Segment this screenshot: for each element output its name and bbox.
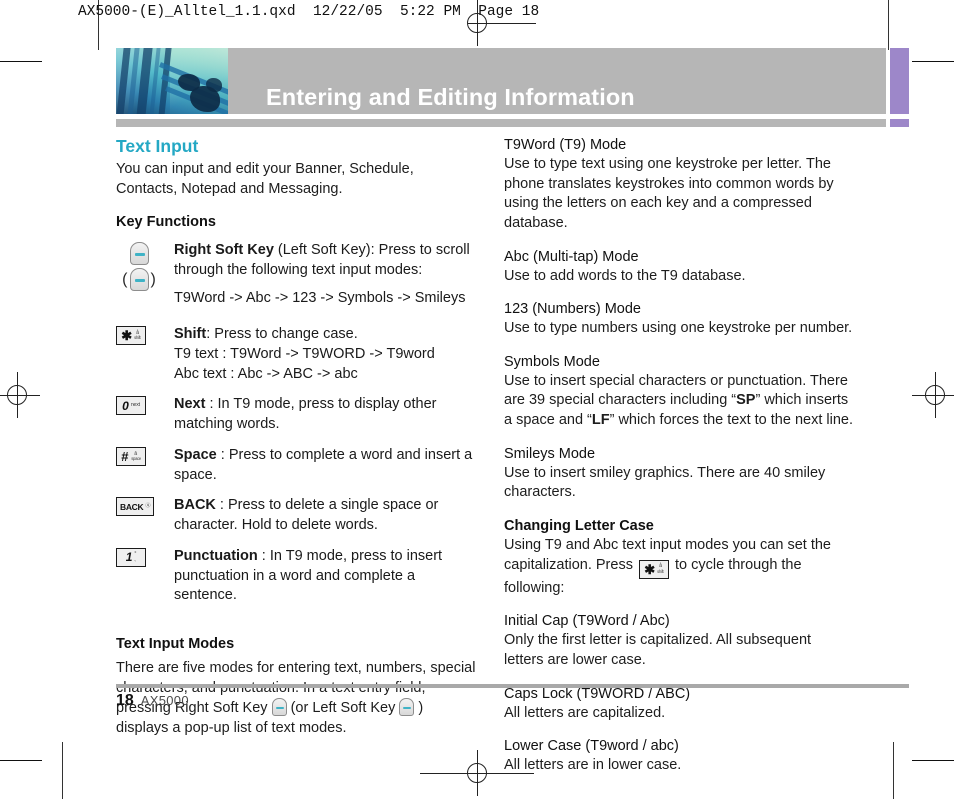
footer: 18 AX5000 (116, 692, 189, 710)
one-punctuation-key-icon: 1 ° ., (116, 547, 174, 567)
key-function-text: BACK : Press to delete a single space or… (174, 496, 476, 535)
right-soft-key-icon (129, 242, 149, 266)
key-function-label: Right Soft Key (174, 242, 274, 259)
page-number: 18 (116, 692, 134, 709)
mode-heading-abc: Abc (Multi-tap) Mode (504, 248, 639, 265)
text-input-modes-heading: Text Input Modes (116, 635, 235, 652)
mode-heading-smileys: Smileys Mode (504, 445, 596, 462)
hash-space-key-icon: # â space (116, 446, 174, 466)
mode-body-123: Use to type numbers using one keystroke … (504, 320, 853, 337)
key-function-line3: Abc text : Abc -> ABC -> abc (174, 365, 358, 382)
changing-letter-case-heading: Changing Letter Case (504, 518, 654, 535)
key-function-text: Space : Press to complete a word and ins… (174, 446, 476, 485)
star-shift-key-icon: ✱ å shift (116, 325, 174, 346)
registration-mark-right (912, 372, 954, 418)
case-body-initial-cap: Only the first letter is capitalized. Al… (504, 632, 812, 668)
key-function-text: Shift: Press to change case. T9 text : T… (174, 325, 476, 384)
crop-mark-bottom-right (912, 760, 954, 761)
case-heading-lower-case: Lower Case (T9word / abc) (504, 738, 679, 755)
one-key-sub-bottom: ., (134, 556, 137, 562)
page-title: Text Input (116, 136, 199, 156)
left-soft-key-inline-icon (399, 698, 415, 717)
zero-key-sub-top: next (130, 402, 140, 409)
key-function-line2: T9 text : T9Word -> T9WORD -> T9word (174, 346, 435, 363)
mode-body-symbols: Use to insert special characters or punc… (504, 372, 853, 429)
changing-letter-case-intro: Using T9 and Abc text input modes you ca… (504, 536, 854, 598)
mode-heading-t9word: T9Word (T9) Mode (504, 137, 627, 153)
crop-frame-left-bottom (62, 742, 63, 799)
star-key-main: ✱ (121, 328, 133, 344)
mode-body-t9word: Use to type text using one keystroke per… (504, 155, 834, 231)
key-function-desc: : In T9 mode, press to display other mat… (174, 396, 437, 433)
chapter-header-underbar-accent (890, 119, 909, 127)
chapter-header-accent-bar (890, 48, 909, 114)
key-function-label: Punctuation (174, 547, 258, 564)
key-function-label: BACK (174, 497, 216, 514)
left-column: Text Input You can input and edit your B… (116, 136, 476, 739)
key-functions-heading: Key Functions (116, 214, 216, 231)
key-function-row: ✱ å shift Shift: Press to change case. T… (116, 325, 476, 384)
right-soft-key-inline-icon (271, 698, 287, 717)
key-function-label: Space (174, 446, 217, 463)
mode-body-abc: Use to add words to the T9 database. (504, 267, 746, 284)
footer-rule (116, 684, 909, 688)
key-function-row: BACK ⓠ BACK : Press to delete a single s… (116, 496, 476, 535)
key-function-row: 0 next Next : In T9 mode, press to displ… (116, 395, 476, 434)
star-key-sub-bottom: shift (134, 335, 141, 341)
key-function-label: Shift (174, 326, 207, 343)
key-function-desc: : Press to change case. (206, 326, 358, 343)
crop-frame-right (888, 0, 889, 50)
case-body-lower-case: All letters are in lower case. (504, 757, 682, 774)
zero-next-key-icon: 0 next (116, 395, 174, 416)
back-key-sub-top: ⓠ (145, 503, 151, 510)
modes-text-b: (or Left Soft Key (286, 700, 400, 717)
registration-mark-left (0, 372, 40, 418)
key-function-text: Punctuation : In T9 mode, press to inser… (174, 547, 476, 606)
crop-mark-top-left (0, 61, 42, 62)
key-function-text: Next : In T9 mode, press to display othe… (174, 395, 476, 434)
key-function-extra: T9Word -> Abc -> 123 -> Symbols -> Smile… (174, 289, 466, 306)
crop-frame-left-lower (98, 36, 99, 50)
mode-body-smileys: Use to insert smiley graphics. There are… (504, 464, 826, 501)
crop-frame-right-bottom (893, 742, 894, 799)
mode-heading-symbols: Symbols Mode (504, 353, 600, 370)
paren-open: ( (122, 270, 128, 288)
key-function-row: ( ) Right Soft Key (Left Soft Key): Pres… (116, 241, 476, 308)
one-key-main: 1 (125, 550, 133, 565)
mode-heading-123: 123 (Numbers) Mode (504, 301, 641, 318)
registration-mark-bottom (420, 750, 534, 796)
key-function-label: Next (174, 396, 206, 413)
star-shift-key-inline-icon: ✱ å shift (638, 559, 669, 579)
file-slug-line: AX5000-(E)_Alltel_1.1.qxd 12/22/05 5:22 … (78, 4, 540, 20)
key-function-desc: : Press to complete a word and insert a … (174, 446, 473, 483)
chapter-header-photo (116, 48, 228, 114)
soft-key-pair-icon: ( ) (116, 241, 174, 292)
zero-key-main: 0 (122, 398, 129, 413)
crop-mark-top-right (912, 61, 954, 62)
back-key-icon: BACK ⓠ (116, 496, 174, 517)
chapter-title: Entering and Editing Information (266, 84, 635, 110)
case-body-caps-lock: All letters are capitalized. (504, 704, 666, 721)
key-function-row: # â space Space : Press to complete a wo… (116, 446, 476, 485)
model-name: AX5000 (140, 693, 189, 708)
paren-close: ) (150, 270, 156, 288)
intro-paragraph: You can input and edit your Banner, Sche… (116, 160, 414, 197)
back-key-main: BACK (120, 501, 144, 512)
crop-mark-bottom-left (0, 760, 42, 761)
chapter-header-underbar (116, 119, 886, 127)
key-function-text: Right Soft Key (Left Soft Key): Press to… (174, 241, 476, 308)
hash-key-main: # (121, 448, 129, 464)
key-function-row: 1 ° ., Punctuation : In T9 mode, press t… (116, 547, 476, 606)
left-soft-key-icon (129, 268, 149, 292)
hash-key-sub-bottom: space (130, 455, 141, 461)
right-column: T9Word (T9) Mode Use to type text using … (504, 136, 854, 776)
case-heading-initial-cap: Initial Cap (T9Word / Abc) (504, 613, 670, 630)
